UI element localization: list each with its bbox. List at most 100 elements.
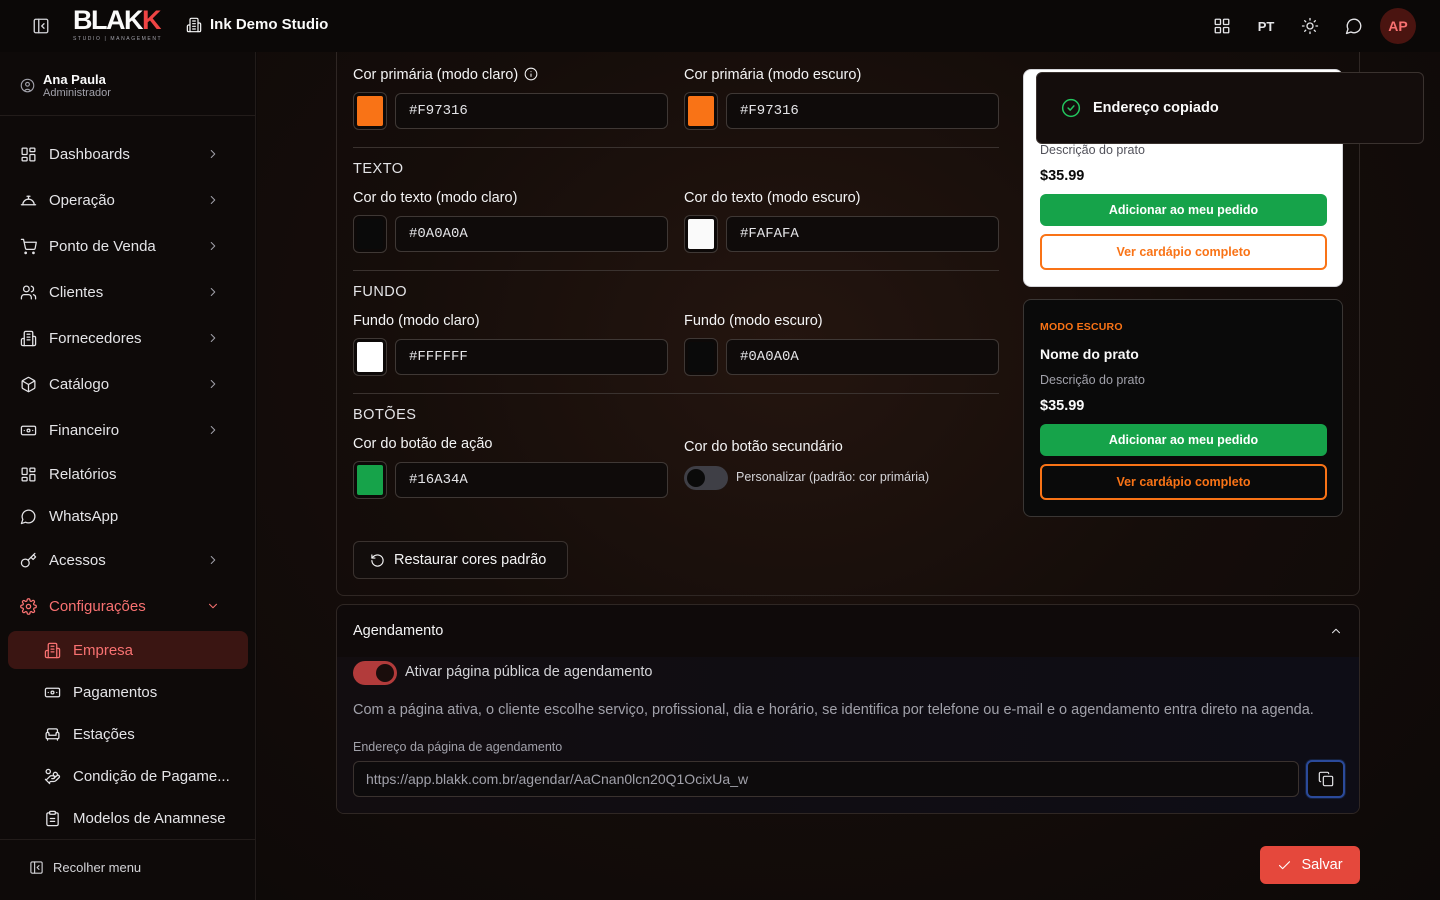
bg-dark-swatch[interactable] [684, 338, 718, 376]
save-button[interactable]: Salvar [1260, 846, 1360, 884]
sidebar-item-label: Fornecedores [49, 329, 142, 347]
panel-left-close-icon [30, 861, 43, 874]
text-dark-label: Cor do texto (modo escuro) [684, 190, 861, 206]
messages-button[interactable] [1332, 8, 1376, 44]
action-button-swatch[interactable] [353, 461, 387, 499]
box-icon [21, 376, 36, 392]
secondary-color-toggle[interactable] [684, 466, 728, 490]
users-icon [20, 284, 37, 300]
key-icon [20, 552, 37, 568]
sidebar-toggle-icon[interactable] [32, 17, 50, 35]
bg-dark-label: Fundo (modo escuro) [684, 313, 823, 329]
primary-dark-hex-input[interactable]: #F97316 [726, 93, 999, 129]
text-section-title: TEXTO [353, 161, 404, 177]
copy-url-button[interactable] [1306, 760, 1345, 798]
text-light-hex-input[interactable]: #0A0A0A [395, 216, 668, 252]
studio-name: Ink Demo Studio [210, 16, 329, 33]
collapse-menu-label: Recolher menu [53, 860, 142, 875]
sidebar-item-label: Ponto de Venda [49, 237, 156, 255]
sidebar-item-clientes[interactable]: Clientes [8, 273, 248, 311]
action-button-hex-input[interactable]: #16A34A [395, 462, 668, 498]
language-button[interactable]: PT [1244, 8, 1288, 44]
sidebar-item-operacao[interactable]: Operação [8, 181, 248, 219]
sidebar-subitem-label: Pagamentos [73, 683, 158, 701]
chevron-right-icon [210, 333, 216, 343]
sidebar-item-whatsapp[interactable]: WhatsApp [8, 497, 248, 535]
primary-light-hex-input[interactable]: #F97316 [395, 93, 668, 129]
sidebar-item-acessos[interactable]: Acessos [8, 541, 248, 579]
restore-colors-button[interactable]: Restaurar cores padrão [353, 541, 568, 579]
studio-switcher[interactable]: Ink Demo Studio [186, 16, 328, 33]
hand-coins-icon [44, 768, 61, 784]
sidebar-item-relatorios[interactable]: Relatórios [8, 455, 248, 493]
sidebar-subitem-estacoes[interactable]: Estações [8, 715, 248, 753]
scheduling-url-label: Endereço da página de agendamento [353, 740, 563, 754]
primary-dark-swatch[interactable] [684, 92, 718, 130]
chevron-right-icon [210, 555, 216, 565]
text-dark-hex-input[interactable]: #FAFAFA [726, 216, 999, 252]
grid-icon [1214, 18, 1230, 34]
check-icon [1279, 860, 1291, 869]
topbar-actions: PT AP [1200, 8, 1416, 44]
brand-logo[interactable]: BLAKK STUDIO | MANAGEMENT [73, 7, 165, 43]
grid-icon [21, 466, 36, 482]
sidebar-subitem-label: Estações [73, 725, 135, 743]
sidebar-subitem-modelos-anamnese[interactable]: Modelos de Anamnese [8, 799, 248, 837]
gear-icon [20, 597, 37, 615]
scheduling-url-input[interactable]: https://app.blakk.com.br/agendar/AaCnan0… [353, 761, 1299, 797]
action-button-color-label: Cor do botão de ação [353, 436, 493, 452]
scheduling-card-header[interactable]: Agendamento [337, 605, 1359, 657]
bg-light-label: Fundo (modo claro) [353, 313, 480, 329]
primary-light-swatch[interactable] [353, 92, 387, 130]
bg-light-hex-input[interactable]: #FFFFFF [395, 339, 668, 375]
collapse-menu-button[interactable]: Recolher menu [29, 860, 141, 875]
sidebar-subitem-pagamentos[interactable]: Pagamentos [8, 673, 248, 711]
scheduling-title: Agendamento [353, 623, 444, 639]
avatar[interactable]: AP [1380, 8, 1416, 44]
preview-add-to-order-button[interactable]: Adicionar ao meu pedido [1040, 194, 1327, 226]
building-icon [20, 330, 37, 346]
apps-button[interactable] [1200, 8, 1244, 44]
cart-icon [20, 238, 37, 254]
sidebar-item-financeiro[interactable]: Financeiro [8, 411, 248, 449]
bg-dark-hex-input[interactable]: #0A0A0A [726, 339, 999, 375]
user-name: Ana Paula [43, 72, 106, 87]
info-icon[interactable] [524, 67, 538, 81]
primary-light-label-text: Cor primária (modo claro) [353, 67, 519, 83]
background-section-title: FUNDO [353, 284, 408, 300]
theme-toggle-button[interactable] [1288, 8, 1332, 44]
building-icon [186, 17, 202, 32]
top-bar: BLAKK STUDIO | MANAGEMENT Ink Demo Studi… [0, 0, 1440, 52]
scheduling-description: Com a página ativa, o cliente escolhe se… [353, 702, 1314, 718]
text-light-swatch[interactable] [353, 215, 387, 253]
brand-tagline: STUDIO | MANAGEMENT [73, 36, 163, 42]
sidebar-subitem-label: Modelos de Anamnese [73, 809, 226, 827]
sidebar-item-dashboards[interactable]: Dashboards [8, 135, 248, 173]
check-circle-icon [1061, 98, 1081, 118]
text-dark-swatch[interactable] [684, 215, 718, 253]
sidebar-item-fornecedores[interactable]: Fornecedores [8, 319, 248, 357]
bg-light-swatch[interactable] [353, 338, 387, 376]
primary-light-label: Cor primária (modo claro) [353, 67, 538, 83]
sidebar-item-configuracoes[interactable]: Configurações [8, 587, 248, 625]
toggle-knob [687, 469, 705, 487]
preview-dish-price: $35.99 [1040, 168, 1085, 184]
user-profile[interactable]: Ana Paula Administrador [20, 72, 111, 99]
sidebar-item-ponto-de-venda[interactable]: Ponto de Venda [8, 227, 248, 265]
sidebar-item-label: Catálogo [49, 375, 110, 393]
sidebar-item-label: WhatsApp [49, 507, 119, 525]
preview-full-menu-button[interactable]: Ver cardápio completo [1040, 234, 1327, 270]
sidebar-subitem-condicao-pagamento[interactable]: Condição de Pagame... [8, 757, 248, 795]
chevron-down-icon [208, 603, 218, 609]
preview-full-menu-button[interactable]: Ver cardápio completo [1040, 464, 1327, 500]
chevron-right-icon [210, 287, 216, 297]
sidebar-item-label: Configurações [49, 597, 146, 615]
sidebar-item-catalogo[interactable]: Catálogo [8, 365, 248, 403]
preview-mode-label: MODO ESCURO [1040, 321, 1123, 333]
public-scheduling-toggle[interactable] [353, 661, 397, 685]
sidebar-item-label: Clientes [49, 283, 104, 301]
preview-add-to-order-button[interactable]: Adicionar ao meu pedido [1040, 424, 1327, 456]
message-circle-icon [1345, 18, 1362, 35]
preview-dish-description: Descrição do prato [1040, 143, 1145, 157]
sidebar-subitem-empresa[interactable]: Empresa [8, 631, 248, 669]
